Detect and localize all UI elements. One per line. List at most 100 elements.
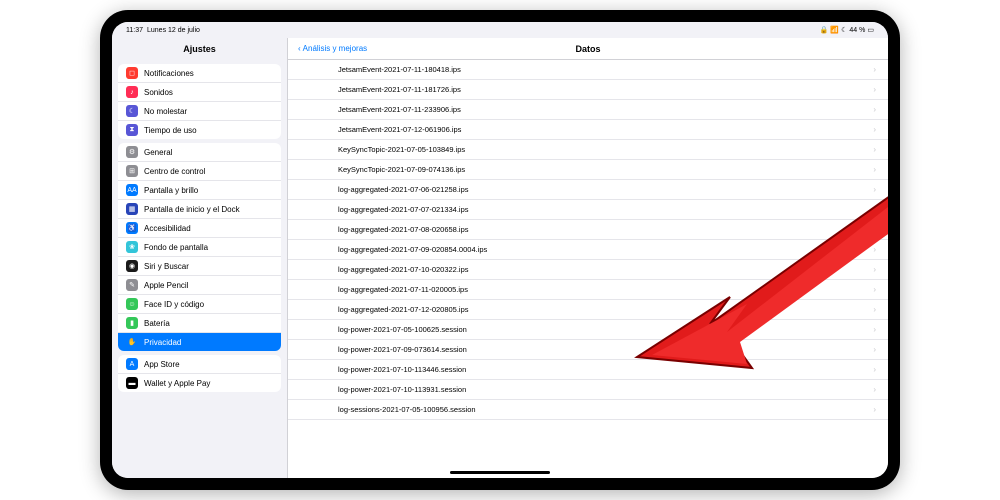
battery-percent: 44 % xyxy=(849,27,865,34)
sidebar-item-fondo-de-pantalla[interactable]: ❀ Fondo de pantalla xyxy=(118,238,281,257)
sidebar-title: Ajustes xyxy=(112,38,287,60)
settings-icon: ◉ xyxy=(126,260,138,272)
sidebar-item-label: Pantalla de inicio y el Dock xyxy=(144,205,240,214)
log-file-row[interactable]: KeySyncTopic-2021-07-09-074136.ips› xyxy=(288,160,888,180)
chevron-right-icon: › xyxy=(873,305,876,314)
chevron-right-icon: › xyxy=(873,185,876,194)
detail-header: ‹ Análisis y mejoras Datos xyxy=(288,38,888,60)
settings-icon: ▦ xyxy=(126,203,138,215)
detail-title: Datos xyxy=(575,44,600,54)
sidebar-item-centro-de-control[interactable]: ⊞ Centro de control xyxy=(118,162,281,181)
log-file-row[interactable]: log-aggregated-2021-07-07-021334.ips› xyxy=(288,200,888,220)
sidebar-item-label: Privacidad xyxy=(144,338,181,347)
sidebar-item-label: Apple Pencil xyxy=(144,281,188,290)
settings-icon: ☾ xyxy=(126,105,138,117)
log-file-row[interactable]: log-aggregated-2021-07-06-021258.ips › xyxy=(288,180,888,200)
ipad-device-frame: 11:37 Lunes 12 de julio 🔒 📶 ☾ 44 % ▭ Aju… xyxy=(100,10,900,490)
chevron-right-icon: › xyxy=(873,205,876,214)
settings-icon: ⧗ xyxy=(126,124,138,136)
sidebar-item-apple-pencil[interactable]: ✎ Apple Pencil xyxy=(118,276,281,295)
chevron-right-icon: › xyxy=(873,125,876,134)
chevron-right-icon: › xyxy=(873,105,876,114)
log-file-row[interactable]: log-sessions-2021-07-05-100956.session› xyxy=(288,400,888,420)
settings-sidebar: Ajustes ◻ Notificaciones ♪Sonidos☾No moles… xyxy=(112,38,287,478)
log-file-name: KeySyncTopic-2021-07-09-074136.ips xyxy=(338,165,465,174)
log-file-row[interactable]: JetsamEvent-2021-07-12-061906.ips › xyxy=(288,120,888,140)
log-file-name: log-aggregated-2021-07-06-021258.ips xyxy=(338,185,469,194)
sidebar-item-pantalla-de-inicio-y-el-dock[interactable]: ▦ Pantalla de inicio y el Dock xyxy=(118,200,281,219)
sidebar-item-tiempo-de-uso[interactable]: ⧗ Tiempo de uso xyxy=(118,121,281,139)
sidebar-item-general[interactable]: ⚙General xyxy=(118,143,281,162)
settings-icon: ♿ xyxy=(126,222,138,234)
log-file-name: log-power-2021-07-09-073614.session xyxy=(338,345,467,354)
log-file-name: JetsamEvent-2021-07-11-181726.ips xyxy=(338,85,461,94)
sidebar-item-label: Notificaciones xyxy=(144,69,194,78)
log-file-row[interactable]: log-power-2021-07-05-100625.session › xyxy=(288,320,888,340)
log-file-name: KeySyncTopic-2021-07-05-103849.ips xyxy=(338,145,465,154)
sidebar-item-label: Batería xyxy=(144,319,170,328)
log-file-row[interactable]: log-aggregated-2021-07-09-020854.0004.ip… xyxy=(288,240,888,260)
status-bar: 11:37 Lunes 12 de julio 🔒 📶 ☾ 44 % ▭ xyxy=(112,22,888,38)
settings-icon: ✎ xyxy=(126,279,138,291)
detail-list[interactable]: JetsamEvent-2021-07-11-180418.ips›Jetsam… xyxy=(288,60,888,478)
sidebar-item-privacidad[interactable]: ✋Privacidad xyxy=(118,333,281,351)
log-file-name: log-aggregated-2021-07-08-020658.ips xyxy=(338,225,469,234)
log-file-row[interactable]: log-power-2021-07-10-113931.session › xyxy=(288,380,888,400)
log-file-row[interactable]: JetsamEvent-2021-07-11-180418.ips› xyxy=(288,60,888,80)
log-file-row[interactable]: log-aggregated-2021-07-11-020005.ips› xyxy=(288,280,888,300)
sidebar-item-notificaciones[interactable]: ◻ Notificaciones xyxy=(118,64,281,83)
sidebar-item-face-id-y-c-digo[interactable]: ☺Face ID y código xyxy=(118,295,281,314)
chevron-right-icon: › xyxy=(873,385,876,394)
orientation-lock-icon: 🔒 xyxy=(820,26,829,34)
settings-icon: ▮ xyxy=(126,317,138,329)
sidebar-item-sonidos[interactable]: ♪Sonidos xyxy=(118,83,281,102)
back-label: Análisis y mejoras xyxy=(303,44,367,53)
log-file-name: JetsamEvent-2021-07-12-061906.ips xyxy=(338,125,461,134)
sidebar-item-label: Centro de control xyxy=(144,167,205,176)
log-file-row[interactable]: KeySyncTopic-2021-07-05-103849.ips › xyxy=(288,140,888,160)
sidebar-item-bater-a[interactable]: ▮ Batería xyxy=(118,314,281,333)
settings-icon: ◻ xyxy=(126,67,138,79)
chevron-right-icon: › xyxy=(873,345,876,354)
sidebar-item-accesibilidad[interactable]: ♿ Accesibilidad xyxy=(118,219,281,238)
log-file-row[interactable]: log-aggregated-2021-07-08-020658.ips › xyxy=(288,220,888,240)
wifi-icon: 📶 xyxy=(830,26,839,34)
log-file-row[interactable]: JetsamEvent-2021-07-11-181726.ips› xyxy=(288,80,888,100)
sidebar-item-no-molestar[interactable]: ☾No molestar xyxy=(118,102,281,121)
home-indicator[interactable] xyxy=(450,471,550,474)
sidebar-item-app-store[interactable]: AApp Store xyxy=(118,355,281,374)
sidebar-item-label: Pantalla y brillo xyxy=(144,186,198,195)
chevron-right-icon: › xyxy=(873,225,876,234)
sidebar-item-label: Wallet y Apple Pay xyxy=(144,379,210,388)
log-file-name: log-power-2021-07-10-113931.session xyxy=(338,385,466,394)
detail-pane: ‹ Análisis y mejoras Datos JetsamEvent-2… xyxy=(287,38,888,478)
log-file-row[interactable]: log-aggregated-2021-07-10-020322.ips› xyxy=(288,260,888,280)
chevron-right-icon: › xyxy=(873,265,876,274)
sidebar-item-label: Face ID y código xyxy=(144,300,204,309)
settings-icon: AA xyxy=(126,184,138,196)
sidebar-item-label: Accesibilidad xyxy=(144,224,191,233)
log-file-name: log-power-2021-07-10-113446.session xyxy=(338,365,466,374)
log-file-name: log-power-2021-07-05-100625.session xyxy=(338,325,467,334)
sidebar-item-pantalla-y-brillo[interactable]: AA Pantalla y brillo xyxy=(118,181,281,200)
chevron-right-icon: › xyxy=(873,65,876,74)
back-button[interactable]: ‹ Análisis y mejoras xyxy=(298,44,367,53)
settings-icon: ▬ xyxy=(126,377,138,389)
log-file-row[interactable]: JetsamEvent-2021-07-11-233906.ips› xyxy=(288,100,888,120)
sidebar-item-siri-y-buscar[interactable]: ◉Siri y Buscar xyxy=(118,257,281,276)
sidebar-group: AApp Store ▬ Wallet y Apple Pay xyxy=(118,355,281,392)
chevron-left-icon: ‹ xyxy=(298,44,301,53)
log-file-row[interactable]: log-aggregated-2021-07-12-020805.ips› xyxy=(288,300,888,320)
settings-icon: ⊞ xyxy=(126,165,138,177)
settings-icon: ❀ xyxy=(126,241,138,253)
settings-icon: A xyxy=(126,358,138,370)
settings-icon: ♪ xyxy=(126,86,138,98)
log-file-name: log-aggregated-2021-07-09-020854.0004.ip… xyxy=(338,245,487,254)
log-file-row[interactable]: log-power-2021-07-10-113446.session› xyxy=(288,360,888,380)
chevron-right-icon: › xyxy=(873,325,876,334)
chevron-right-icon: › xyxy=(873,145,876,154)
sidebar-item-wallet-y-apple-pay[interactable]: ▬ Wallet y Apple Pay xyxy=(118,374,281,392)
log-file-row[interactable]: log-power-2021-07-09-073614.session › xyxy=(288,340,888,360)
sidebar-item-label: Tiempo de uso xyxy=(144,126,197,135)
sidebar-item-label: Fondo de pantalla xyxy=(144,243,208,252)
